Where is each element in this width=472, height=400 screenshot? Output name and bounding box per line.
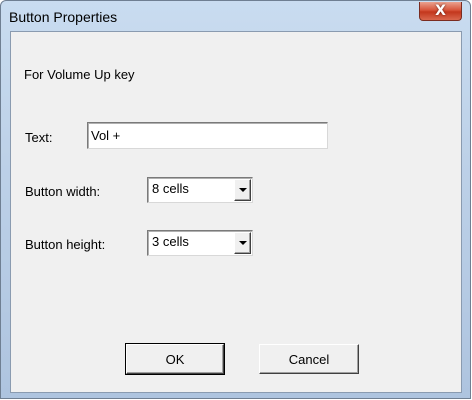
- title-bar[interactable]: Button Properties X: [1, 1, 470, 31]
- width-select-arrow[interactable]: [234, 179, 251, 201]
- height-select-arrow[interactable]: [234, 232, 251, 254]
- dialog-body: For Volume Up key Text: Button width: 8 …: [10, 31, 462, 393]
- ok-button[interactable]: OK: [125, 343, 225, 375]
- height-select-value: 3 cells: [152, 234, 189, 249]
- cancel-button-label: Cancel: [288, 351, 330, 367]
- height-select[interactable]: 3 cells: [147, 230, 253, 256]
- text-input[interactable]: [87, 122, 328, 149]
- close-button[interactable]: X: [419, 2, 462, 21]
- height-label: Button height:: [25, 237, 106, 252]
- text-label: Text:: [25, 130, 53, 145]
- chevron-down-icon: [238, 188, 247, 192]
- description-label: For Volume Up key: [24, 67, 135, 82]
- window-title: Button Properties: [9, 9, 118, 25]
- chevron-down-icon: [238, 241, 247, 245]
- ok-button-label: OK: [165, 351, 185, 367]
- width-label: Button width:: [25, 184, 101, 199]
- width-select-value: 8 cells: [152, 181, 189, 196]
- close-icon: X: [435, 3, 446, 19]
- dialog-window: Button Properties X For Volume Up key Te…: [0, 0, 471, 399]
- width-select[interactable]: 8 cells: [147, 177, 253, 203]
- cancel-button[interactable]: Cancel: [259, 344, 359, 374]
